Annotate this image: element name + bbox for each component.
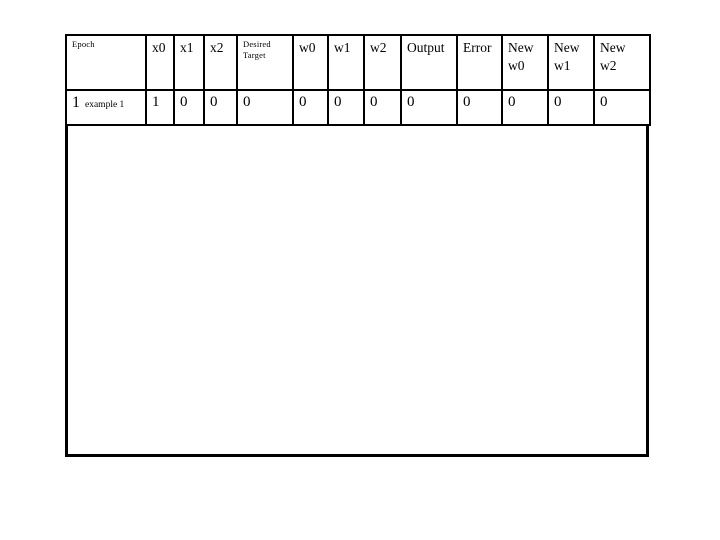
column-header-desired-target: Desired Target (236, 34, 294, 91)
column-header-x0: x0 (145, 34, 175, 91)
cell-w2: 0 (363, 89, 402, 126)
cell-epoch-example: example 1 (85, 100, 125, 110)
column-header-w1-label: w1 (334, 40, 351, 55)
column-header-new-w1-line2: w1 (554, 58, 571, 73)
column-header-output: Output (400, 34, 458, 91)
table-row: 1 example 1 1 0 0 0 0 0 0 0 0 0 0 0 (65, 89, 651, 126)
column-header-new-w2-line1: New (600, 40, 626, 55)
column-header-error: Error (456, 34, 503, 91)
column-header-w0-label: w0 (299, 40, 316, 55)
cell-desired-target: 0 (236, 89, 294, 126)
column-header-w2-label: w2 (370, 40, 387, 55)
cell-epoch: 1 example 1 (65, 89, 147, 126)
cell-x2: 0 (203, 89, 238, 126)
column-header-desired-target-line2: Target (243, 50, 266, 60)
column-header-x1-label: x1 (180, 40, 194, 55)
cell-x1: 0 (173, 89, 205, 126)
column-header-epoch-label: Epoch (72, 39, 95, 49)
worksheet-frame: Epoch x0 x1 x2 Desired Target w0 w1 w2 O… (65, 34, 651, 457)
column-header-x1: x1 (173, 34, 205, 91)
column-header-x2: x2 (203, 34, 238, 91)
cell-epoch-number: 1 (72, 94, 80, 111)
column-header-output-label: Output (407, 40, 445, 55)
column-header-w1: w1 (327, 34, 365, 91)
column-header-error-label: Error (463, 40, 492, 55)
cell-new-w1: 0 (547, 89, 595, 126)
column-header-desired-target-line1: Desired (243, 39, 271, 49)
cell-w0: 0 (292, 89, 329, 126)
cell-error: 0 (456, 89, 503, 126)
column-header-x0-label: x0 (152, 40, 166, 55)
column-header-new-w0-line1: New (508, 40, 534, 55)
column-header-new-w2: New w2 (593, 34, 651, 91)
column-header-new-w0: New w0 (501, 34, 549, 91)
cell-w1: 0 (327, 89, 365, 126)
column-header-new-w0-line2: w0 (508, 58, 525, 73)
column-header-w0: w0 (292, 34, 329, 91)
cell-new-w2: 0 (593, 89, 651, 126)
column-header-new-w1: New w1 (547, 34, 595, 91)
column-header-new-w1-line1: New (554, 40, 580, 55)
cell-new-w0: 0 (501, 89, 549, 126)
column-header-epoch: Epoch (65, 34, 147, 91)
perceptron-training-table: Epoch x0 x1 x2 Desired Target w0 w1 w2 O… (65, 34, 651, 126)
column-header-new-w2-line2: w2 (600, 58, 617, 73)
column-header-x2-label: x2 (210, 40, 224, 55)
table-header-row: Epoch x0 x1 x2 Desired Target w0 w1 w2 O… (65, 34, 651, 91)
cell-x0: 1 (145, 89, 175, 126)
cell-output: 0 (400, 89, 458, 126)
column-header-w2: w2 (363, 34, 402, 91)
